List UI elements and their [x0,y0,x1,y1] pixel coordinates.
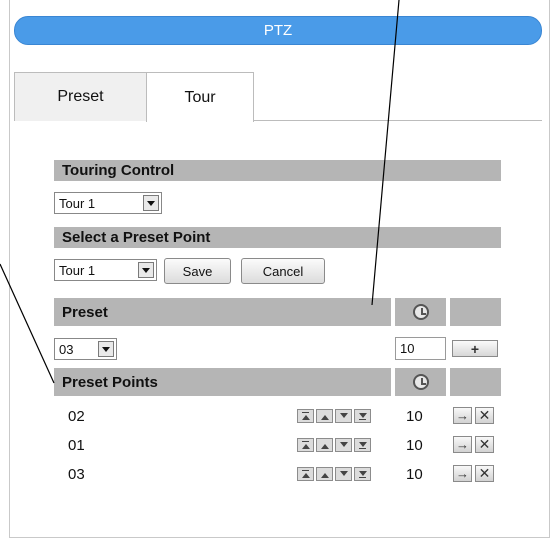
callout-line-preset-points [0,263,55,384]
callout-line-preset [371,0,400,306]
annotation-lines [0,0,400,384]
